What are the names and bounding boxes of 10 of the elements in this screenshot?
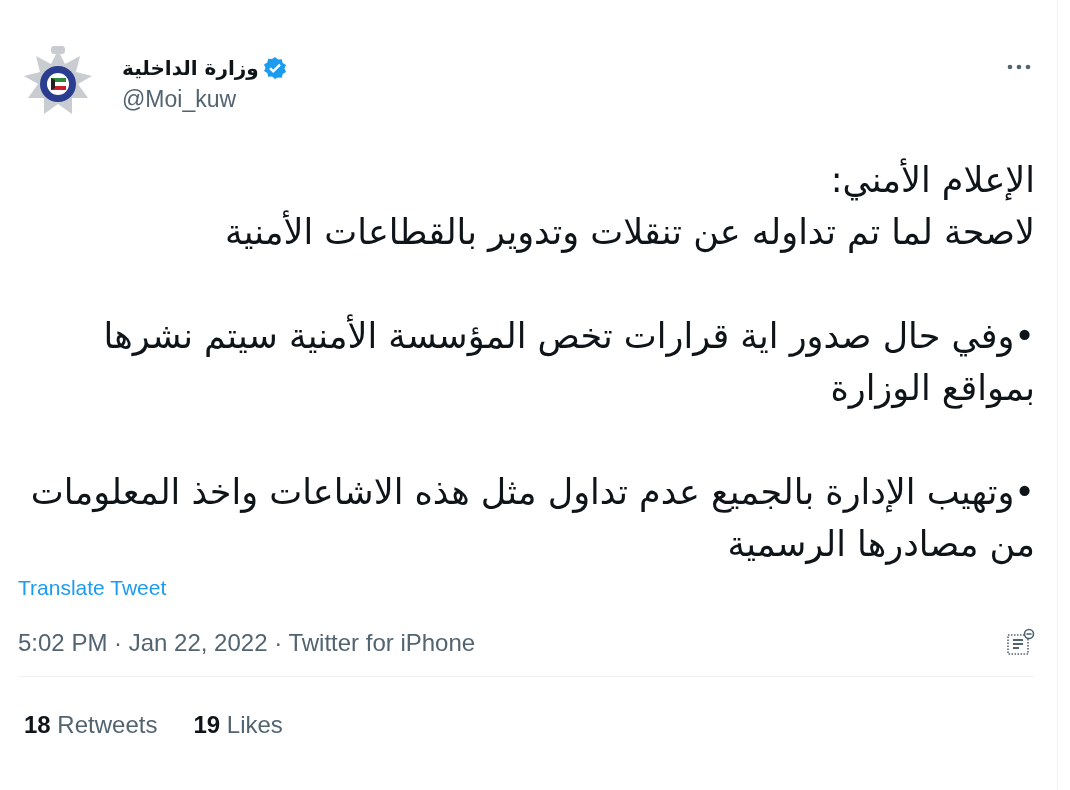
tweet-text: الإعلام الأمني: — [829, 157, 1035, 203]
tweet-text: لاصحة لما تم تداوله عن تنقلات وتدوير بالقطاعات الأمنية — [223, 209, 1035, 255]
account-handle[interactable]: @Moi_kuw — [122, 86, 287, 113]
retweets-link[interactable]: 18 Retweets — [24, 711, 158, 739]
tweet-text: •وتهيب الإدارة بالجميع عدم تداول مثل هذه الاشاعات واخذ المعلومات من مصادرها الرسمية — [29, 471, 1035, 567]
analytics-icon[interactable] — [1005, 628, 1035, 658]
account-name[interactable]: وزارة الداخلية — [122, 56, 259, 80]
likes-link[interactable]: 19 Likes — [193, 711, 283, 739]
tweet-timestamp[interactable]: 5:02 PM · Jan 22, 2022 · Twitter for iPhone — [18, 629, 476, 657]
tweet-text: •وفي حال صدور اية قرارات تخص المؤسسة الأمنية سيتم نشرها بمواقع الوزارة — [102, 313, 1035, 411]
